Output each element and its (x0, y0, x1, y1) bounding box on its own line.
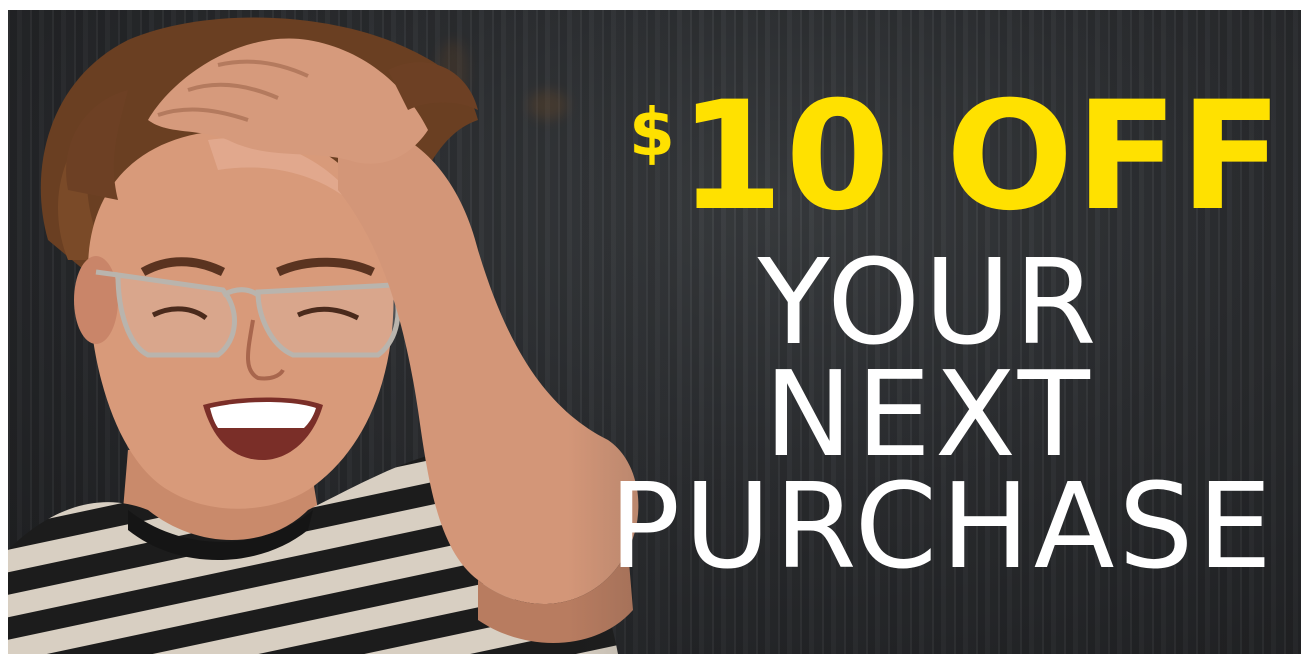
discount-amount: $ 10 OFF (629, 82, 1284, 232)
currency-symbol: $ (629, 94, 677, 171)
headline-line-next: NEXT (764, 345, 1094, 483)
smiling-man-photo (8, 10, 668, 654)
amount-off-text: 10 OFF (678, 70, 1285, 244)
promo-banner[interactable]: $ 10 OFF YOUR NEXT PURCHASE (8, 10, 1301, 654)
offer-headline: $ 10 OFF YOUR NEXT PURCHASE (609, 82, 1282, 595)
headline-line-purchase: PURCHASE (609, 457, 1276, 595)
headline-line-your: YOUR (757, 233, 1101, 371)
